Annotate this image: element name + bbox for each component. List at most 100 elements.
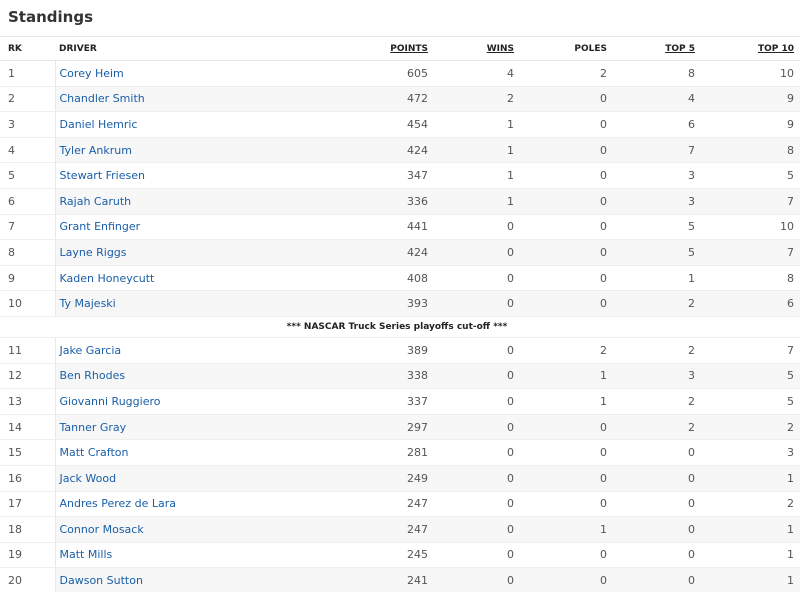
rank-cell: 5	[0, 162, 56, 189]
wins-cell: 0	[434, 414, 520, 441]
driver-name-link[interactable]: Andres Perez de Lara	[55, 491, 250, 518]
table-row: 4 Tyler Ankrum 424 1 0 7 8	[0, 137, 800, 164]
points-cell: 424	[250, 239, 434, 266]
header-points-sort[interactable]: POINTS	[250, 36, 434, 61]
points-cell: 247	[250, 491, 434, 518]
driver-name-link[interactable]: Matt Crafton	[55, 439, 250, 466]
wins-cell: 0	[434, 439, 520, 466]
driver-name-link[interactable]: Rajah Caruth	[55, 188, 250, 215]
table-row: 19 Matt Mills 245 0 0 0 1	[0, 542, 800, 569]
driver-name-link[interactable]: Ben Rhodes	[55, 363, 250, 390]
top10-cell: 9	[701, 111, 800, 138]
top5-cell: 8	[613, 60, 701, 87]
rank-cell: 1	[0, 60, 56, 87]
top10-cell: 8	[701, 265, 800, 292]
driver-name-link[interactable]: Connor Mosack	[55, 516, 250, 543]
header-row: RK DRIVER POINTS WINS POLES TOP 5 TOP 10	[0, 36, 800, 61]
poles-cell: 0	[520, 86, 613, 113]
rank-cell: 3	[0, 111, 56, 138]
wins-cell: 0	[434, 465, 520, 492]
points-cell: 472	[250, 86, 434, 113]
table-row: 7 Grant Enfinger 441 0 0 5 10	[0, 214, 800, 241]
table-row: 12 Ben Rhodes 338 0 1 3 5	[0, 363, 800, 390]
table-row: 17 Andres Perez de Lara 247 0 0 0 2	[0, 491, 800, 518]
header-driver: DRIVER	[55, 36, 250, 61]
driver-name-link[interactable]: Grant Enfinger	[55, 214, 250, 241]
poles-cell: 0	[520, 414, 613, 441]
driver-name-link[interactable]: Matt Mills	[55, 542, 250, 569]
top10-cell: 5	[701, 388, 800, 415]
header-poles: POLES	[520, 36, 613, 61]
poles-cell: 0	[520, 239, 613, 266]
poles-cell: 0	[520, 465, 613, 492]
driver-name-link[interactable]: Tanner Gray	[55, 414, 250, 441]
driver-name-link[interactable]: Tyler Ankrum	[55, 137, 250, 164]
poles-cell: 0	[520, 439, 613, 466]
wins-cell: 4	[434, 60, 520, 87]
top10-cell: 1	[701, 465, 800, 492]
top5-cell: 3	[613, 162, 701, 189]
top5-cell: 0	[613, 516, 701, 543]
rank-cell: 7	[0, 214, 56, 241]
top10-cell: 1	[701, 516, 800, 543]
driver-name-link[interactable]: Corey Heim	[55, 60, 250, 87]
top5-cell: 3	[613, 363, 701, 390]
driver-name-link[interactable]: Jake Garcia	[55, 337, 250, 364]
page-title: Standings	[8, 8, 93, 26]
rank-cell: 14	[0, 414, 56, 441]
wins-cell: 0	[434, 337, 520, 364]
poles-cell: 1	[520, 388, 613, 415]
points-cell: 408	[250, 265, 434, 292]
top10-cell: 7	[701, 239, 800, 266]
driver-name-link[interactable]: Chandler Smith	[55, 86, 250, 113]
poles-cell: 0	[520, 542, 613, 569]
rank-cell: 12	[0, 363, 56, 390]
rank-cell: 16	[0, 465, 56, 492]
driver-name-link[interactable]: Layne Riggs	[55, 239, 250, 266]
points-cell: 338	[250, 363, 434, 390]
playoff-cutoff-row: *** NASCAR Truck Series playoffs cut-off…	[0, 316, 800, 338]
top5-cell: 3	[613, 188, 701, 215]
rank-cell: 2	[0, 86, 56, 113]
top5-cell: 0	[613, 491, 701, 518]
top5-cell: 0	[613, 465, 701, 492]
table-row: 10 Ty Majeski 393 0 0 2 6	[0, 290, 800, 317]
points-cell: 297	[250, 414, 434, 441]
header-top10-sort[interactable]: TOP 10	[701, 36, 800, 61]
top5-cell: 6	[613, 111, 701, 138]
driver-name-link[interactable]: Stewart Friesen	[55, 162, 250, 189]
poles-cell: 1	[520, 516, 613, 543]
standings-table: RK DRIVER POINTS WINS POLES TOP 5 TOP 10…	[0, 36, 800, 592]
top5-cell: 2	[613, 414, 701, 441]
driver-name-link[interactable]: Giovanni Ruggiero	[55, 388, 250, 415]
driver-name-link[interactable]: Dawson Sutton	[55, 567, 250, 592]
wins-cell: 0	[434, 491, 520, 518]
driver-name-link[interactable]: Kaden Honeycutt	[55, 265, 250, 292]
header-top5-sort[interactable]: TOP 5	[613, 36, 701, 61]
top5-cell: 0	[613, 542, 701, 569]
driver-name-link[interactable]: Jack Wood	[55, 465, 250, 492]
points-cell: 454	[250, 111, 434, 138]
table-row: 13 Giovanni Ruggiero 337 0 1 2 5	[0, 388, 800, 415]
top5-cell: 0	[613, 567, 701, 592]
header-wins-sort[interactable]: WINS	[434, 36, 520, 61]
points-cell: 245	[250, 542, 434, 569]
points-cell: 441	[250, 214, 434, 241]
rank-cell: 18	[0, 516, 56, 543]
top5-cell: 5	[613, 214, 701, 241]
top10-cell: 10	[701, 214, 800, 241]
wins-cell: 0	[434, 388, 520, 415]
table-row: 14 Tanner Gray 297 0 0 2 2	[0, 414, 800, 441]
poles-cell: 0	[520, 265, 613, 292]
top10-cell: 5	[701, 363, 800, 390]
wins-cell: 0	[434, 265, 520, 292]
top5-cell: 4	[613, 86, 701, 113]
driver-name-link[interactable]: Ty Majeski	[55, 290, 250, 317]
driver-name-link[interactable]: Daniel Hemric	[55, 111, 250, 138]
points-cell: 389	[250, 337, 434, 364]
standings-panel: Standings RK DRIVER POINTS WINS POLES TO…	[0, 0, 800, 592]
top5-cell: 7	[613, 137, 701, 164]
top10-cell: 7	[701, 337, 800, 364]
standings-body-top: 1 Corey Heim 605 4 2 8 10 2 Chandler Smith 472 2 0 4…	[0, 60, 800, 317]
top10-cell: 2	[701, 414, 800, 441]
